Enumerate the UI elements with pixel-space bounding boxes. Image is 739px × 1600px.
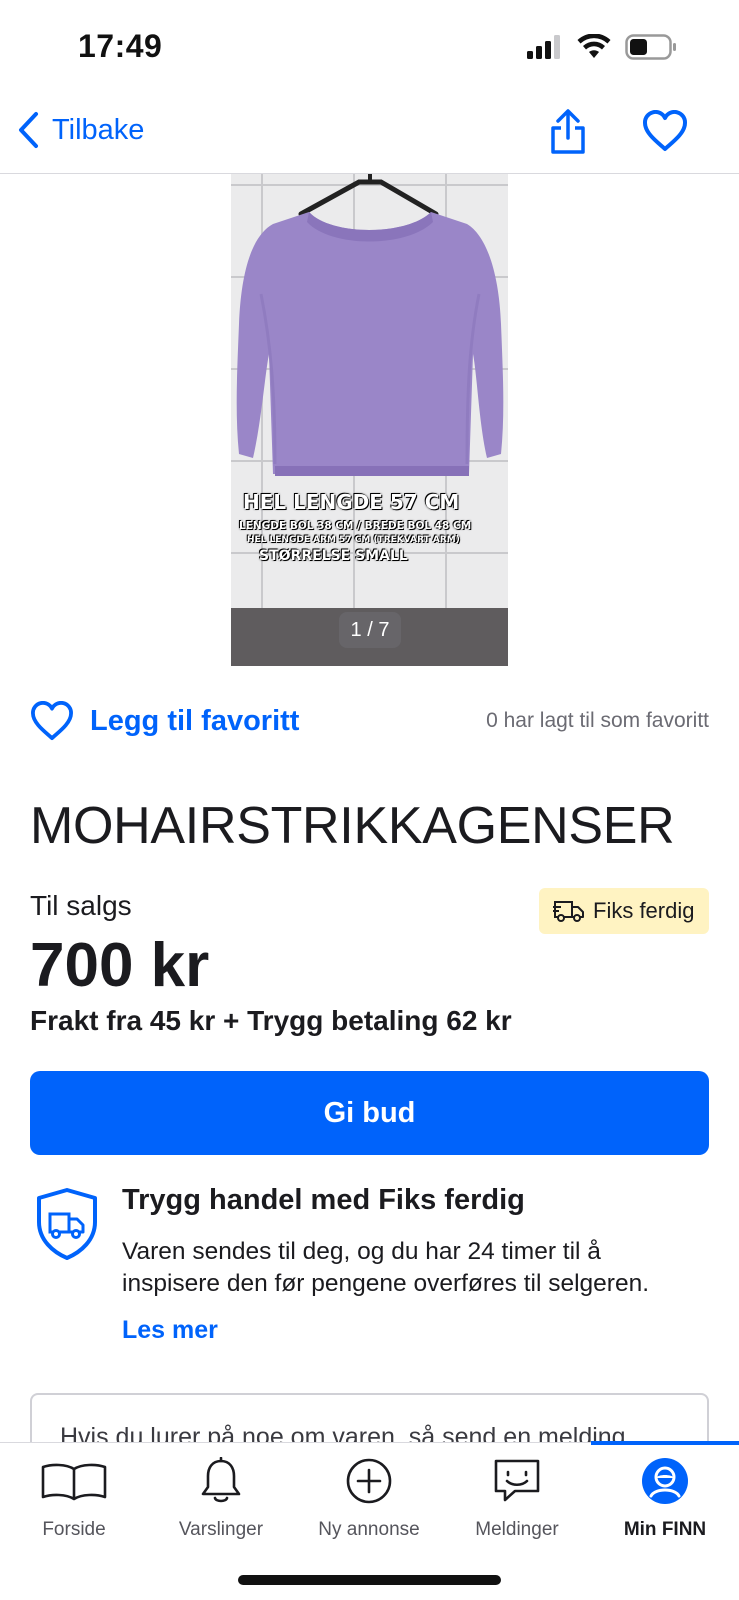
fiks-ferdig-badge: Fiks ferdig (539, 888, 709, 934)
tab-meldinger[interactable]: Meldinger (443, 1455, 591, 1555)
status-time: 17:49 (78, 28, 163, 64)
active-tab-indicator (591, 1441, 739, 1445)
caption-line-1: HEL LENGDE 57 CM (243, 490, 460, 514)
cellular-signal-icon (527, 35, 560, 59)
bell-icon (201, 1457, 241, 1503)
share-icon (551, 109, 585, 154)
shield-truck-icon (37, 1188, 97, 1260)
photo-counter: 1 / 7 (339, 612, 401, 648)
make-bid-button[interactable]: Gi bud (30, 1071, 709, 1155)
wifi-icon (577, 34, 611, 58)
price: 700 kr (30, 931, 210, 1000)
caption-line-3: HEL LENGDE ARM 57 CM (TREKVART ARM) (247, 535, 460, 546)
tab-label-forside: Forside (42, 1519, 106, 1540)
book-icon (41, 1463, 107, 1501)
back-label: Tilbake (52, 113, 145, 146)
chevron-left-icon (19, 112, 38, 148)
battery-icon (625, 34, 676, 60)
tab-label-meldinger: Meldinger (475, 1519, 559, 1540)
status-bar: 17:49 (0, 0, 739, 100)
heart-icon (643, 110, 687, 151)
plus-circle-icon (346, 1458, 392, 1504)
safe-trade-title: Trygg handel med Fiks ferdig (122, 1184, 525, 1216)
chat-icon (494, 1459, 540, 1502)
add-favorite-label: Legg til favoritt (90, 704, 300, 737)
favorite-heart-button[interactable] (642, 110, 690, 154)
tab-label-varslinger: Varslinger (178, 1519, 264, 1540)
product-photo[interactable]: HEL LENGDE 57 CM LENGDE BOL 38 CM / BRED… (231, 174, 508, 666)
sale-status: Til salgs (30, 890, 132, 921)
favorite-row: Legg til favoritt 0 har lagt til som fav… (30, 696, 709, 746)
favorite-count: 0 har lagt til som favoritt (486, 709, 709, 732)
photo-caption: HEL LENGDE 57 CM LENGDE BOL 38 CM / BRED… (239, 492, 501, 564)
heart-icon (31, 701, 73, 741)
safe-trade-text: Varen sendes til deg, og du har 24 timer… (122, 1238, 650, 1297)
shipping-info: Frakt fra 45 kr + Trygg betaling 62 kr (30, 1005, 512, 1036)
caption-line-4: STØRRELSE SMALL (259, 548, 408, 565)
home-indicator (238, 1575, 501, 1585)
add-favorite-button[interactable]: Legg til favoritt (30, 701, 299, 741)
tab-label-min-finn: Min FINN (623, 1519, 707, 1540)
profile-icon (642, 1458, 688, 1504)
back-button[interactable]: Tilbake (16, 110, 144, 150)
tab-forside[interactable]: Forside (0, 1455, 148, 1555)
badge-label: Fiks ferdig (593, 898, 695, 923)
listing-title: MOHAIRSTRIKKAGENSER (30, 797, 675, 855)
image-gallery: HEL LENGDE 57 CM LENGDE BOL 38 CM / BRED… (0, 174, 739, 666)
delivery-truck-icon (553, 901, 584, 922)
tab-varslinger[interactable]: Varslinger (147, 1455, 295, 1555)
status-icons (527, 34, 677, 60)
sweater-graphic (236, 212, 504, 476)
tab-min-finn[interactable]: Min FINN (591, 1455, 739, 1555)
caption-line-2: LENGDE BOL 38 CM / BREDE BOL 48 CM (239, 520, 472, 532)
nav-bar: Tilbake (0, 100, 739, 174)
share-button[interactable] (548, 108, 592, 156)
tab-label-ny-annonse: Ny annonse (318, 1519, 420, 1540)
tab-ny-annonse[interactable]: Ny annonse (295, 1455, 443, 1555)
read-more-link[interactable]: Les mer (122, 1316, 218, 1345)
